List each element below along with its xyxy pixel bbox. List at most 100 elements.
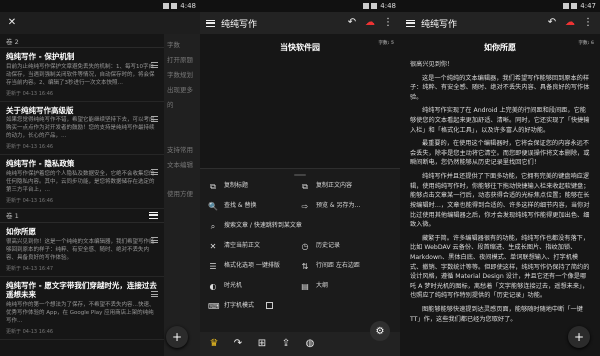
- tool-clear[interactable]: ✕ 清空当前正文: [208, 242, 300, 256]
- note-preview: 纯纯写作保护着您的个人隐私及数据安全，它绝不会收集您的任何隐私内容。其中，云同步…: [6, 171, 155, 193]
- note-menu-icon[interactable]: [151, 62, 158, 68]
- tool-find-replace[interactable]: 🔍 查找 & 替换: [208, 202, 300, 216]
- volume-menu-icon[interactable]: [149, 211, 158, 219]
- peek-text: 字数 打开原题 字数规划 出现更多的 支持常用文本编辑 使用方便: [164, 34, 200, 206]
- cloud-sync-icon[interactable]: ☁: [364, 17, 376, 29]
- settings-button[interactable]: ⚙: [370, 321, 390, 341]
- peek-content: 字数 打开原题 字数规划 出现更多的 支持常用文本编辑 使用方便: [164, 34, 200, 356]
- note-list-panel: 4:48 ✕ 卷 2 纯纯写作 - 保护机制 目前为止纯纯写作保护文章避免丢失的…: [0, 0, 200, 356]
- note-preview: 纯纯写作的第一个想法为了保存，不希望不丢失内容…快速、优秀写作体验的 App，在…: [6, 302, 155, 325]
- add-button[interactable]: +: [568, 326, 590, 348]
- crown-icon[interactable]: ♛: [208, 338, 220, 350]
- paragraph: 藏繁于简。许多编辑器很有的功能，纯纯写作也都没有落下，比如 WebDAV 云备份…: [410, 234, 590, 300]
- sheet-handle[interactable]: [294, 174, 306, 176]
- share-icon[interactable]: ⇪: [280, 338, 292, 350]
- typewriter-icon: ⌨: [208, 302, 220, 311]
- menu-icon[interactable]: [206, 19, 215, 27]
- list-item[interactable]: 关于纯纯写作高级版 如果您觉得纯纯写作不错，希望它能继续坚持下去，可以考虑购买一…: [0, 102, 164, 156]
- tool-label: 格式化选项 一键排版: [224, 262, 280, 269]
- plus-icon: +: [171, 330, 183, 344]
- tool-line-spacing[interactable]: ⇅ 行间距 左右边距: [300, 262, 392, 276]
- tool-format[interactable]: ☰ 格式化选项 一键排版: [208, 262, 300, 276]
- cloud-sync-icon[interactable]: ☁: [564, 17, 576, 29]
- close-icon[interactable]: ✕: [6, 17, 18, 29]
- doc-title-area: 当快软件园 字数: 5: [200, 34, 400, 60]
- list-item[interactable]: 纯纯写作 - 愿文字带我们穿越时光，连接过去遥想未来 纯纯写作的第一个想法为了保…: [0, 277, 164, 341]
- preview-share-icon: ⇨: [301, 202, 309, 211]
- settings-icon: ⚙: [375, 325, 385, 337]
- note-date: 更新于 04-13 16:46: [6, 144, 54, 151]
- outline-icon: ▤: [301, 282, 309, 291]
- list-item[interactable]: 如你所愿 很高兴见到你！这是一个纯纯的文本编辑器，我们希望写作能够回到原本的样子…: [0, 223, 164, 277]
- note-menu-icon[interactable]: [151, 115, 158, 122]
- undo-icon[interactable]: ↶: [346, 17, 358, 29]
- peek-line: 出现更多的: [167, 85, 193, 109]
- tool-label: 时光机: [224, 282, 243, 289]
- more-icon[interactable]: ⋮: [582, 17, 594, 29]
- clear-icon: ✕: [209, 242, 217, 251]
- paragraph: 这是一个纯纯的文本编辑器，我们希望写作能够回到原本的样子：纯粹、有安全感、随时、…: [410, 74, 590, 101]
- line-spacing-icon: ⇅: [301, 262, 309, 271]
- tool-outline[interactable]: ▤ 大纲: [300, 282, 392, 296]
- doc-title[interactable]: 如你所愿: [484, 43, 516, 52]
- peek-line: 字数规划: [167, 70, 193, 79]
- peek-line: 字数: [167, 41, 180, 49]
- copy-title-icon: ⧉: [210, 182, 216, 191]
- tool-copy-title[interactable]: ⧉ 复制标题: [208, 182, 300, 196]
- tool-preview-share[interactable]: ⇨ 预览 & 另存为…: [300, 202, 392, 216]
- peek-line: 使用方便: [167, 190, 193, 199]
- app-title: 纯纯写作: [221, 19, 258, 30]
- tools-grid: ⧉ 复制标题 ⧉ 复制正文内容 🔍 查找 & 替换 ⇨ 预览 & 另存为… ⌕ …: [200, 180, 400, 318]
- time-machine-icon: ◐: [209, 282, 217, 291]
- status-bar: 4:47: [400, 0, 600, 12]
- volume-label: 卷 2: [6, 37, 19, 46]
- status-icons: [363, 3, 378, 9]
- note-menu-icon[interactable]: [151, 290, 158, 297]
- peek-line: 支持常用文本编辑: [167, 145, 193, 169]
- tool-time-machine[interactable]: ◐ 时光机: [208, 282, 300, 296]
- editor-appbar: 纯纯写作 ↶ ☁ ⋮: [400, 12, 600, 34]
- history-icon: ◷: [301, 242, 309, 251]
- tool-label: 复制标题: [224, 182, 249, 189]
- note-menu-icon[interactable]: [151, 236, 158, 243]
- tool-label: 查找 & 替换: [224, 202, 257, 209]
- menu-icon[interactable]: [406, 19, 415, 27]
- status-time: 4:48: [380, 2, 396, 10]
- tool-search-jump[interactable]: ⌕ 搜索文章 / 快速跳转到某文章: [208, 222, 392, 236]
- note-menu-icon[interactable]: [151, 169, 158, 176]
- note-title: 纯纯写作 - 保护机制: [6, 52, 75, 61]
- copy-body-icon: ⧉: [302, 182, 308, 191]
- editor-tools-panel: 4:48 纯纯写作 ↶ ☁ ⋮ 当快软件园 字数: 5 ⧉ 复制标题 ⧉ 复制正…: [200, 0, 400, 356]
- status-icons: [163, 3, 178, 9]
- redo-icon[interactable]: ↷: [232, 338, 244, 350]
- add-box-icon[interactable]: ⊞: [256, 338, 268, 350]
- doc-title[interactable]: 当快软件园: [280, 43, 320, 52]
- status-time: 4:47: [580, 2, 596, 10]
- note-date: 更新于 04-13 16:46: [6, 329, 54, 336]
- add-note-button[interactable]: +: [166, 326, 188, 348]
- status-bar: 4:48: [200, 0, 400, 12]
- paragraph: 纯纯写作实现了在 Android 上完美的行间距和段间距，它能够使您的文本看起来…: [410, 107, 590, 134]
- note-title: 纯纯写作 - 愿文字带我们穿越时光，连接过去遥想未来: [6, 280, 157, 300]
- list-item[interactable]: 纯纯写作 - 保护机制 目前为止纯纯写作保护文章避免丢失的机制：1、每写10字自…: [0, 48, 164, 102]
- editor-text-panel: 4:47 纯纯写作 ↶ ☁ ⋮ 如你所愿 字数: 6 很高兴见到你！ 这是一个纯…: [400, 0, 600, 356]
- doc-body[interactable]: 很高兴见到你！ 这是一个纯纯的文本编辑器，我们希望写作能够回到原本的样子：纯粹、…: [400, 60, 600, 324]
- tool-label: 行间距 左右边距: [316, 262, 360, 269]
- format-icon: ☰: [209, 262, 217, 271]
- volume-header-1[interactable]: 卷 1: [0, 209, 164, 223]
- palette-icon[interactable]: ◍: [304, 338, 316, 350]
- editor-bottom-bar: ♛ ↷ ⊞ ⇪ ◍: [200, 332, 400, 356]
- undo-icon[interactable]: ↶: [546, 17, 558, 29]
- tool-label: 清空当前正文: [224, 242, 261, 249]
- list-item[interactable]: 纯纯写作 - 隐私政策 纯纯写作保护着您的个人隐私及数据安全，它绝不会收集您的任…: [0, 155, 164, 209]
- tool-copy-body[interactable]: ⧉ 复制正文内容: [300, 182, 392, 196]
- tool-typewriter[interactable]: ⌨ 打字机模式: [208, 302, 300, 316]
- tool-label: 大纲: [316, 282, 329, 289]
- tool-label: 打字机模式: [224, 302, 255, 309]
- tool-history[interactable]: ◷ 历史记录: [300, 242, 392, 256]
- typewriter-checkbox[interactable]: [266, 302, 274, 309]
- tools-sheet: ⧉ 复制标题 ⧉ 复制正文内容 🔍 查找 & 替换 ⇨ 预览 & 另存为… ⌕ …: [200, 168, 400, 332]
- note-date: 更新于 04-13 16:47: [6, 265, 54, 272]
- note-preview: 很高兴见到你！这是一个纯纯的文本编辑器，我们希望写作能够回到原本的样子：纯粹、有…: [6, 238, 155, 261]
- more-icon[interactable]: ⋮: [382, 17, 394, 29]
